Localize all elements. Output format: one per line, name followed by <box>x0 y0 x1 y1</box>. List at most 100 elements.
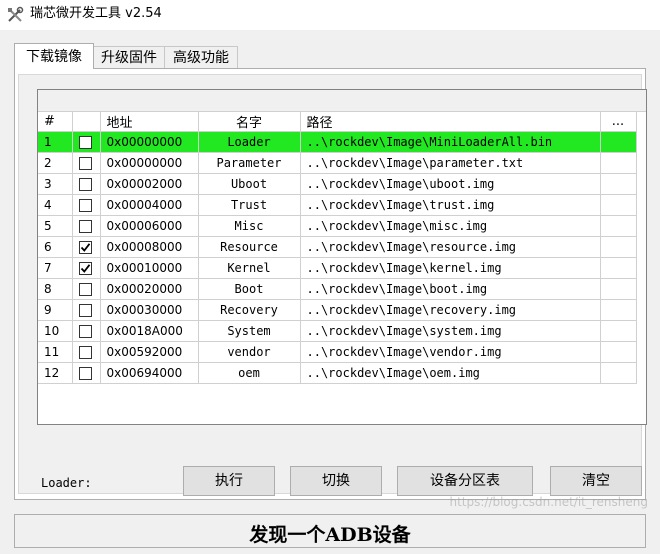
row-address[interactable]: 0x00006000 <box>100 215 199 237</box>
row-checkbox[interactable] <box>78 178 92 191</box>
row-address[interactable]: 0x00030000 <box>100 299 199 321</box>
image-list[interactable]: # 地址 名字 路径 ... 1 0x00000000 Loader ..\rockd… <box>37 89 647 425</box>
table-row[interactable]: 9 0x00030000 Recovery ..\rockdev\Image\reco… <box>38 299 637 321</box>
row-address[interactable]: 0x00000000 <box>100 152 199 174</box>
column-header-address[interactable]: 地址 <box>100 112 199 132</box>
row-browse[interactable] <box>600 278 637 300</box>
row-name[interactable]: Recovery <box>198 299 301 321</box>
table-row[interactable]: 3 0x00002000 Uboot ..\rockdev\Image\uboot.i… <box>38 173 637 195</box>
row-browse[interactable] <box>600 194 637 216</box>
row-checkbox[interactable] <box>78 136 92 149</box>
tab-advanced[interactable]: 高级功能 <box>164 46 238 68</box>
row-name[interactable]: Boot <box>198 278 301 300</box>
row-name[interactable]: System <box>198 320 301 342</box>
main-window: 下载镜像 升级固件 高级功能 # 地址 名字 路径 ... 1 0x000000… <box>0 30 660 554</box>
row-browse[interactable] <box>600 131 637 153</box>
row-checkbox[interactable] <box>78 346 92 359</box>
partition-table-button[interactable]: 设备分区表 <box>397 466 533 496</box>
table-row[interactable]: 6 0x00008000 Resource ..\rockdev\Image\reso… <box>38 236 637 258</box>
row-checkbox[interactable] <box>78 157 92 170</box>
row-path[interactable]: ..\rockdev\Image\system.img <box>300 320 601 342</box>
row-name[interactable]: Resource <box>198 236 301 258</box>
row-browse[interactable] <box>600 341 637 363</box>
row-index: 9 <box>38 299 73 321</box>
table-row[interactable]: 10 0x0018A000 System ..\rockdev\Image\syste… <box>38 320 637 342</box>
column-header-index[interactable]: # <box>38 112 73 132</box>
row-browse[interactable] <box>600 362 637 384</box>
row-name[interactable]: Parameter <box>198 152 301 174</box>
row-path[interactable]: ..\rockdev\Image\MiniLoaderAll.bin <box>300 131 601 153</box>
row-checkbox-cell <box>72 341 101 363</box>
execute-button[interactable]: 执行 <box>183 466 275 496</box>
row-name[interactable]: vendor <box>198 341 301 363</box>
row-checkbox-cell <box>72 152 101 174</box>
tab-download-image[interactable]: 下载镜像 <box>14 43 94 69</box>
row-address[interactable]: 0x00020000 <box>100 278 199 300</box>
column-header-check[interactable] <box>72 112 101 132</box>
row-name[interactable]: oem <box>198 362 301 384</box>
row-path[interactable]: ..\rockdev\Image\trust.img <box>300 194 601 216</box>
row-address[interactable]: 0x00694000 <box>100 362 199 384</box>
row-address[interactable]: 0x00008000 <box>100 236 199 258</box>
row-browse[interactable] <box>600 173 637 195</box>
row-address[interactable]: 0x00004000 <box>100 194 199 216</box>
row-address[interactable]: 0x0018A000 <box>100 320 199 342</box>
row-checkbox-cell <box>72 131 101 153</box>
table-row[interactable]: 1 0x00000000 Loader ..\rockdev\Image\MiniLo… <box>38 131 637 153</box>
row-browse[interactable] <box>600 152 637 174</box>
row-name[interactable]: Kernel <box>198 257 301 279</box>
row-checkbox-cell <box>72 320 101 342</box>
row-index: 7 <box>38 257 73 279</box>
row-name[interactable]: Uboot <box>198 173 301 195</box>
table-row[interactable]: 4 0x00004000 Trust ..\rockdev\Image\trust.i… <box>38 194 637 216</box>
table-row[interactable]: 8 0x00020000 Boot ..\rockdev\Image\boot.img <box>38 278 637 300</box>
row-path[interactable]: ..\rockdev\Image\resource.img <box>300 236 601 258</box>
table-row[interactable]: 11 0x00592000 vendor ..\rockdev\Image\vendo… <box>38 341 637 363</box>
switch-button[interactable]: 切换 <box>290 466 382 496</box>
loader-label: Loader: <box>41 476 92 490</box>
clear-button[interactable]: 清空 <box>550 466 642 496</box>
tools-icon <box>6 6 24 24</box>
row-address[interactable]: 0x00002000 <box>100 173 199 195</box>
row-path[interactable]: ..\rockdev\Image\misc.img <box>300 215 601 237</box>
row-name[interactable]: Trust <box>198 194 301 216</box>
column-header-more[interactable]: ... <box>600 112 637 132</box>
row-checkbox[interactable] <box>78 367 92 380</box>
row-checkbox[interactable] <box>78 283 92 296</box>
row-path[interactable]: ..\rockdev\Image\oem.img <box>300 362 601 384</box>
table-row[interactable]: 2 0x00000000 Parameter ..\rockdev\Image\par… <box>38 152 637 174</box>
row-name[interactable]: Misc <box>198 215 301 237</box>
row-browse[interactable] <box>600 215 637 237</box>
row-browse[interactable] <box>600 299 637 321</box>
row-path[interactable]: ..\rockdev\Image\recovery.img <box>300 299 601 321</box>
row-browse[interactable] <box>600 236 637 258</box>
tab-panel: # 地址 名字 路径 ... 1 0x00000000 Loader ..\rockd… <box>14 68 647 500</box>
row-checkbox-cell <box>72 173 101 195</box>
row-name[interactable]: Loader <box>198 131 301 153</box>
table-row[interactable]: 12 0x00694000 oem ..\rockdev\Image\oem.img <box>38 362 637 384</box>
tab-upgrade-firmware[interactable]: 升级固件 <box>93 46 165 68</box>
row-checkbox[interactable] <box>78 304 92 317</box>
row-checkbox[interactable] <box>78 241 92 254</box>
window-title: 瑞芯微开发工具 v2.54 <box>30 6 162 21</box>
row-checkbox[interactable] <box>78 262 92 275</box>
row-address[interactable]: 0x00000000 <box>100 131 199 153</box>
column-header-path[interactable]: 路径 <box>300 112 601 132</box>
row-address[interactable]: 0x00010000 <box>100 257 199 279</box>
row-path[interactable]: ..\rockdev\Image\vendor.img <box>300 341 601 363</box>
status-bar: 发现一个ADB设备 <box>14 514 646 548</box>
table-row[interactable]: 5 0x00006000 Misc ..\rockdev\Image\misc.img <box>38 215 637 237</box>
row-path[interactable]: ..\rockdev\Image\boot.img <box>300 278 601 300</box>
row-path[interactable]: ..\rockdev\Image\uboot.img <box>300 173 601 195</box>
row-checkbox[interactable] <box>78 325 92 338</box>
checkmark-icon <box>80 264 90 273</box>
row-address[interactable]: 0x00592000 <box>100 341 199 363</box>
row-browse[interactable] <box>600 320 637 342</box>
row-checkbox[interactable] <box>78 199 92 212</box>
row-browse[interactable] <box>600 257 637 279</box>
table-row[interactable]: 7 0x00010000 Kernel ..\rockdev\Image\kernel… <box>38 257 637 279</box>
row-path[interactable]: ..\rockdev\Image\parameter.txt <box>300 152 601 174</box>
row-path[interactable]: ..\rockdev\Image\kernel.img <box>300 257 601 279</box>
column-header-name[interactable]: 名字 <box>198 112 301 132</box>
row-checkbox[interactable] <box>78 220 92 233</box>
